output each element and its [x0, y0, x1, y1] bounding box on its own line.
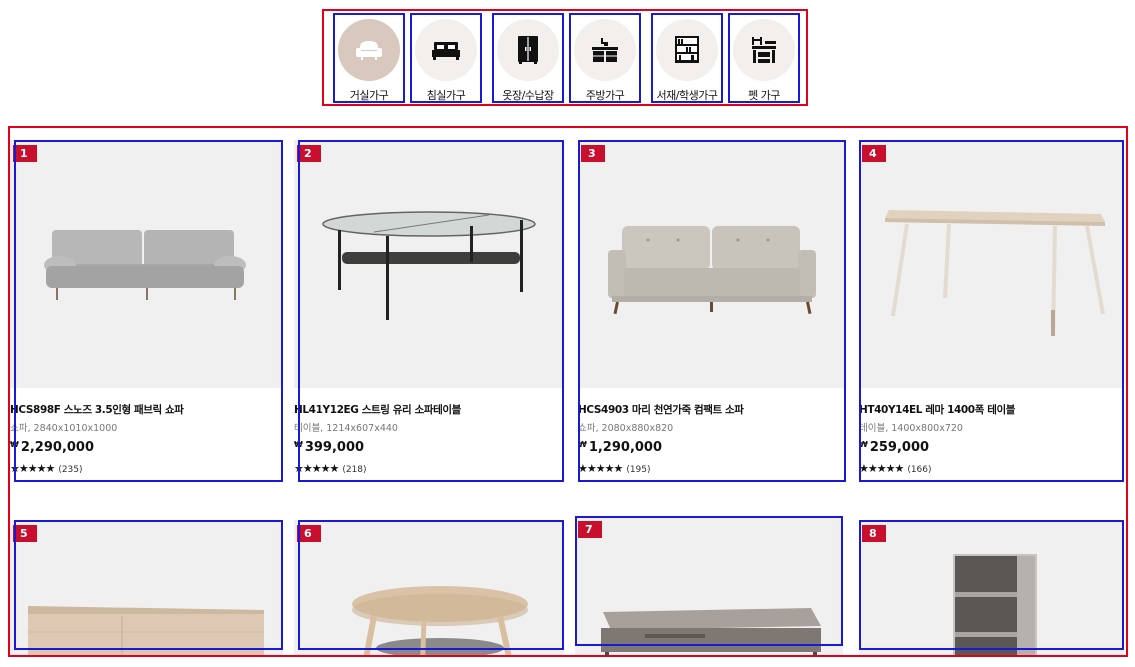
- product-rating: ★★★★★ (166): [859, 462, 1124, 475]
- category-kitchen[interactable]: 주방가구: [569, 13, 641, 103]
- category-label: 펫 가구: [748, 89, 780, 102]
- product-image-wood-sideboard[interactable]: [10, 520, 283, 655]
- category-bedroom[interactable]: 침실가구: [410, 13, 482, 103]
- product-name: HCS898F 스노즈 3.5인형 패브릭 쇼파: [10, 404, 184, 416]
- product-image-round-side-table[interactable]: [294, 520, 564, 655]
- category-label: 주방가구: [585, 89, 625, 102]
- price-value: 2,290,000: [20, 440, 95, 455]
- product-card[interactable]: 1 HCS898F 스노즈 3.5인형 패브릭 쇼파 쇼파, 2840x1010…: [10, 140, 283, 482]
- product-image-glass-coffee-table[interactable]: [294, 140, 564, 388]
- product-info: HL41Y12EG 스트링 유리 소파테이블 테이블, 1214x607x440…: [294, 402, 564, 475]
- product-spec: 테이블, 1400x800x720: [859, 423, 963, 434]
- rank-badge: 1: [13, 145, 37, 162]
- product-spec: 테이블, 1214x607x440: [294, 423, 398, 434]
- star-icons: ★★★★★: [10, 462, 55, 475]
- wardrobe-icon: [497, 19, 559, 81]
- product-price: ₩399,000: [294, 440, 564, 455]
- currency-symbol: ₩: [578, 440, 587, 449]
- star-icons: ★★★★★: [294, 462, 339, 475]
- product-rating: ★★★★★ (218): [294, 462, 564, 475]
- product-price: ₩2,290,000: [10, 440, 283, 455]
- product-image-leather-sofa[interactable]: [578, 140, 846, 388]
- product-info: HCS898F 스노즈 3.5인형 패브릭 쇼파 쇼파, 2840x1010x1…: [10, 402, 283, 475]
- product-card[interactable]: 5: [10, 520, 283, 655]
- currency-symbol: ₩: [10, 440, 19, 449]
- product-card[interactable]: 2 HL41Y12EG 스트링 유리 소파테이블 테이블, 1214x607x4…: [294, 140, 564, 482]
- category-study[interactable]: 서재/학생가구: [651, 13, 723, 103]
- product-info: HT40Y14EL 레마 1400폭 테이블 테이블, 1400x800x720…: [859, 402, 1124, 475]
- rank-badge: 8: [862, 525, 886, 542]
- kitchen-icon: [574, 19, 636, 81]
- bed-icon: [415, 19, 477, 81]
- review-count: (235): [58, 465, 83, 475]
- product-name: HT40Y14EL 레마 1400폭 테이블: [859, 404, 1015, 416]
- rank-badge: 5: [13, 525, 37, 542]
- product-spec: 쇼파, 2080x880x820: [578, 423, 674, 434]
- product-image-grey-coffee-table[interactable]: [575, 516, 843, 655]
- rank-badge: 4: [862, 145, 886, 162]
- rank-badge: 7: [578, 521, 602, 538]
- rank-badge: 6: [297, 525, 321, 542]
- rank-badge: 2: [297, 145, 321, 162]
- currency-symbol: ₩: [859, 440, 868, 449]
- rank-badge: 3: [581, 145, 605, 162]
- sofa-chair-icon: [338, 19, 400, 81]
- product-rating: ★★★★★ (195): [578, 462, 846, 475]
- review-count: (195): [626, 465, 651, 475]
- product-spec: 쇼파, 2840x1010x1000: [10, 423, 118, 434]
- product-grid: 1 HCS898F 스노즈 3.5인형 패브릭 쇼파 쇼파, 2840x1010…: [8, 126, 1128, 657]
- product-card[interactable]: 3 HCS4903 마리 천연가죽 컴팩트 소파 쇼파, 2080x880x82…: [578, 140, 846, 482]
- category-living-room[interactable]: 거실가구: [333, 13, 405, 103]
- price-value: 259,000: [869, 440, 930, 455]
- category-label: 서재/학생가구: [656, 89, 718, 102]
- product-card[interactable]: 6: [294, 520, 564, 655]
- bookshelf-icon: [656, 19, 718, 81]
- review-count: (166): [907, 465, 932, 475]
- product-info: HCS4903 마리 천연가죽 컴팩트 소파 쇼파, 2080x880x820 …: [578, 402, 846, 475]
- price-value: 1,290,000: [588, 440, 663, 455]
- category-label: 옷장/수납장: [502, 89, 554, 102]
- star-icons: ★★★★★: [859, 462, 904, 475]
- product-price: ₩1,290,000: [578, 440, 846, 455]
- product-card[interactable]: 4 HT40Y14EL 레마 1400폭 테이블 테이블, 1400x800x7…: [859, 140, 1124, 482]
- product-card[interactable]: 8: [859, 520, 1124, 655]
- product-image-bookshelf[interactable]: [859, 520, 1124, 655]
- product-card[interactable]: 7: [575, 516, 843, 655]
- product-image-grey-fabric-sofa[interactable]: [10, 140, 283, 388]
- category-nav: 거실가구 침실가구 옷장/수납장 주방가구 서재/학생가구 펫 가구: [322, 9, 808, 106]
- product-name: HL41Y12EG 스트링 유리 소파테이블: [294, 404, 461, 416]
- product-image-wood-table[interactable]: [859, 140, 1124, 388]
- category-wardrobe[interactable]: 옷장/수납장: [492, 13, 564, 103]
- category-pet[interactable]: 펫 가구: [728, 13, 800, 103]
- currency-symbol: ₩: [294, 440, 303, 449]
- star-icons: ★★★★★: [578, 462, 623, 475]
- pet-furniture-icon: [733, 19, 795, 81]
- product-price: ₩259,000: [859, 440, 1124, 455]
- product-name: HCS4903 마리 천연가죽 컴팩트 소파: [578, 404, 744, 416]
- category-label: 거실가구: [349, 89, 389, 102]
- review-count: (218): [342, 465, 367, 475]
- product-rating: ★★★★★ (235): [10, 462, 283, 475]
- category-label: 침실가구: [426, 89, 466, 102]
- price-value: 399,000: [304, 440, 365, 455]
